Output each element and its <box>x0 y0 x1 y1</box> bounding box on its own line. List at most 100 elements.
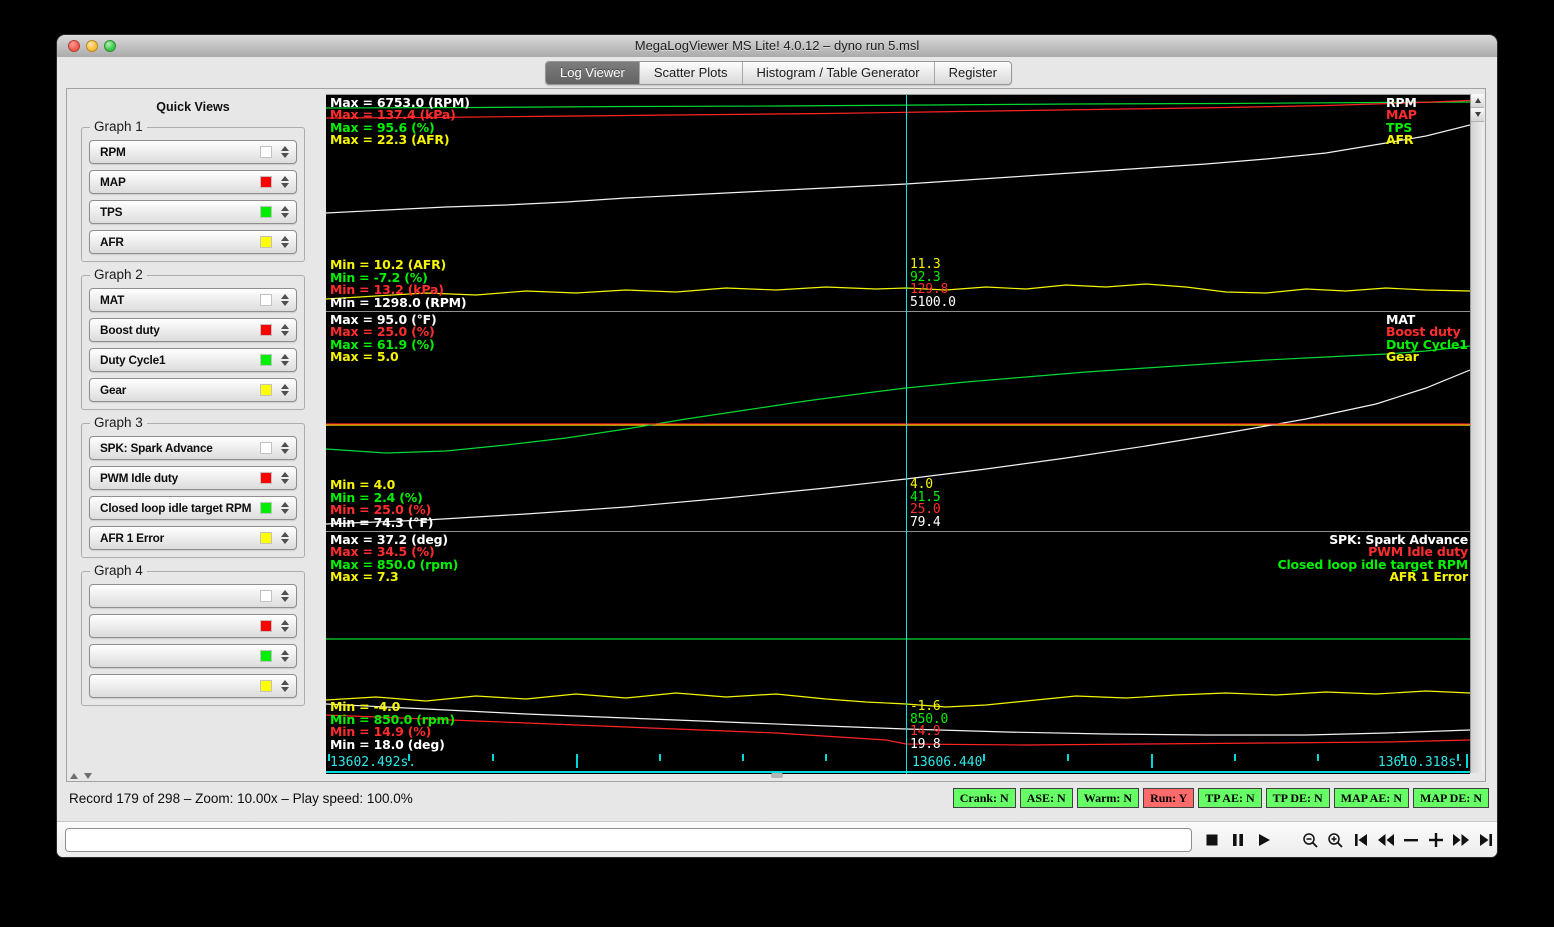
graph3-legend: SPK: Spark Advance PWM Idle duty Closed l… <box>1277 532 1468 585</box>
graph1-min-labels: Min = 10.2 (AFR) Min = -7.2 (%) Min = 13.… <box>330 257 467 310</box>
status-badge-crank: Crank: N <box>952 788 1016 808</box>
scroll-up-button[interactable] <box>1471 94 1484 108</box>
channel-select-mat[interactable]: MAT <box>89 288 297 312</box>
fast-forward-button[interactable] <box>1449 827 1472 853</box>
arrow-down-icon <box>84 773 92 779</box>
skip-end-button[interactable] <box>1474 827 1497 853</box>
main-panel: Quick Views Graph 1 RPM MAP TPS AFR Grap… <box>66 88 1486 782</box>
graph2-series-lines <box>326 345 1470 525</box>
playback-cursor-line[interactable] <box>906 95 907 774</box>
stepper-icon <box>279 294 291 306</box>
tab-log-viewer[interactable]: Log Viewer <box>546 62 640 84</box>
group-graph-2: Graph 2 MAT Boost duty Duty Cycle1 Gear <box>81 267 305 410</box>
graph-panel-3[interactable]: Max = 37.2 (deg) Max = 34.5 (%) Max = 850… <box>326 532 1470 753</box>
graph-vertical-scrollbar[interactable] <box>1470 94 1484 773</box>
channel-select-pwm-idle-duty[interactable]: PWM Idle duty <box>89 466 297 490</box>
color-swatch <box>260 442 272 454</box>
plus-button[interactable] <box>1424 827 1447 853</box>
zoom-out-icon <box>1303 832 1318 848</box>
stepper-icon <box>279 590 291 602</box>
record-status-text: Record 179 of 298 – Zoom: 10.00x – Play … <box>69 790 413 806</box>
playback-position-slider[interactable] <box>65 828 1192 852</box>
pause-button[interactable] <box>1226 827 1249 853</box>
stepper-icon <box>279 206 291 218</box>
color-swatch <box>260 620 272 632</box>
view-tabs: Log Viewer Scatter Plots Histogram / Tab… <box>545 61 1012 85</box>
arrow-up-icon <box>70 773 78 779</box>
zoom-out-button[interactable] <box>1299 827 1322 853</box>
time-axis-rule <box>326 771 1470 773</box>
stepper-icon <box>279 324 291 336</box>
color-swatch <box>260 384 272 396</box>
group-graph-1: Graph 1 RPM MAP TPS AFR <box>81 119 305 262</box>
stepper-icon <box>279 680 291 692</box>
graph1-max-labels: Max = 6753.0 (RPM) Max = 137.4 (kPa) Max … <box>330 95 470 148</box>
quick-views-sidebar: Quick Views Graph 1 RPM MAP TPS AFR Grap… <box>67 89 319 781</box>
color-swatch <box>260 324 272 336</box>
status-badge-warm: Warm: N <box>1076 788 1140 808</box>
arrow-up-icon <box>1474 98 1481 103</box>
channel-select-empty-3[interactable] <box>89 644 297 668</box>
channel-select-spk-spark-advance[interactable]: SPK: Spark Advance <box>89 436 297 460</box>
time-axis[interactable]: 13602.492s. 13606.440 13610.318s. <box>326 754 1470 774</box>
time-cursor-label: 13606.440 <box>912 755 983 770</box>
graph-panel-1[interactable]: Max = 6753.0 (RPM) Max = 137.4 (kPa) Max … <box>326 95 1470 311</box>
tab-register[interactable]: Register <box>935 62 1011 84</box>
minus-button[interactable] <box>1399 827 1422 853</box>
color-swatch <box>260 206 272 218</box>
channel-select-empty-4[interactable] <box>89 674 297 698</box>
graph1-cursor-values: 11.3 92.3 129.8 5100.0 <box>910 257 956 310</box>
channel-select-empty-1[interactable] <box>89 584 297 608</box>
log-plot-area[interactable]: Max = 6753.0 (RPM) Max = 137.4 (kPa) Max … <box>326 94 1470 774</box>
color-swatch <box>260 354 272 366</box>
graph2-cursor-values: 4.0 41.5 25.0 79.4 <box>910 477 941 530</box>
status-badge-map-ae: MAP AE: N <box>1333 788 1409 808</box>
window-title: MegaLogViewer MS Lite! 4.0.12 – dyno run… <box>634 38 920 53</box>
status-bar: Record 179 of 298 – Zoom: 10.00x – Play … <box>57 784 1497 812</box>
color-swatch <box>260 532 272 544</box>
rewind-button[interactable] <box>1374 827 1397 853</box>
channel-select-rpm[interactable]: RPM <box>89 140 297 164</box>
skip-start-button[interactable] <box>1349 827 1372 853</box>
quick-views-title: Quick Views <box>156 100 230 114</box>
group-graph-4: Graph 4 <box>81 563 305 706</box>
graph3-min-labels: Min = -4.0 Min = 850.0 (rpm) Min = 14.9 (… <box>330 699 455 752</box>
color-swatch <box>260 650 272 662</box>
h-scrollbar-thumb[interactable] <box>771 773 783 778</box>
color-swatch <box>260 472 272 484</box>
graph3-max-labels: Max = 37.2 (deg) Max = 34.5 (%) Max = 850… <box>330 532 459 585</box>
group-label: Graph 3 <box>90 415 147 430</box>
tab-histogram-table-generator[interactable]: Histogram / Table Generator <box>743 62 935 84</box>
channel-select-duty-cycle1[interactable]: Duty Cycle1 <box>89 348 297 372</box>
scroll-down-button[interactable] <box>1471 108 1484 122</box>
fast-forward-icon <box>1452 834 1469 846</box>
graph-panel-2[interactable]: Max = 95.0 (°F) Max = 25.0 (%) Max = 61.9… <box>326 312 1470 531</box>
group-graph-3: Graph 3 SPK: Spark Advance PWM Idle duty… <box>81 415 305 558</box>
group-label: Graph 1 <box>90 119 147 134</box>
stepper-icon <box>279 502 291 514</box>
channel-select-map[interactable]: MAP <box>89 170 297 194</box>
channel-select-afr-1-error[interactable]: AFR 1 Error <box>89 526 297 550</box>
play-button[interactable] <box>1252 827 1275 853</box>
channel-select-tps[interactable]: TPS <box>89 200 297 224</box>
color-swatch <box>260 502 272 514</box>
tab-scatter-plots[interactable]: Scatter Plots <box>640 62 743 84</box>
stepper-icon <box>279 472 291 484</box>
channel-select-empty-2[interactable] <box>89 614 297 638</box>
zoom-in-button[interactable] <box>1324 827 1347 853</box>
color-swatch <box>260 236 272 248</box>
channel-select-gear[interactable]: Gear <box>89 378 297 402</box>
playback-bar <box>57 821 1497 857</box>
sidebar-scroll-arrows[interactable] <box>70 773 92 779</box>
channel-select-boost-duty[interactable]: Boost duty <box>89 318 297 342</box>
tab-strip: Log Viewer Scatter Plots Histogram / Tab… <box>57 57 1497 88</box>
color-swatch <box>260 590 272 602</box>
channel-select-closed-loop-idle-target-rpm[interactable]: Closed loop idle target RPM <box>89 496 297 520</box>
graph2-max-labels: Max = 95.0 (°F) Max = 25.0 (%) Max = 61.9… <box>330 312 437 365</box>
stepper-icon <box>279 176 291 188</box>
status-badge-tp-ae: TP AE: N <box>1198 788 1262 808</box>
time-end-label: 13610.318s. <box>1377 755 1464 770</box>
channel-select-afr[interactable]: AFR <box>89 230 297 254</box>
graph1-legend: RPM MAP TPS AFR <box>1386 95 1417 148</box>
stop-button[interactable] <box>1200 827 1223 853</box>
